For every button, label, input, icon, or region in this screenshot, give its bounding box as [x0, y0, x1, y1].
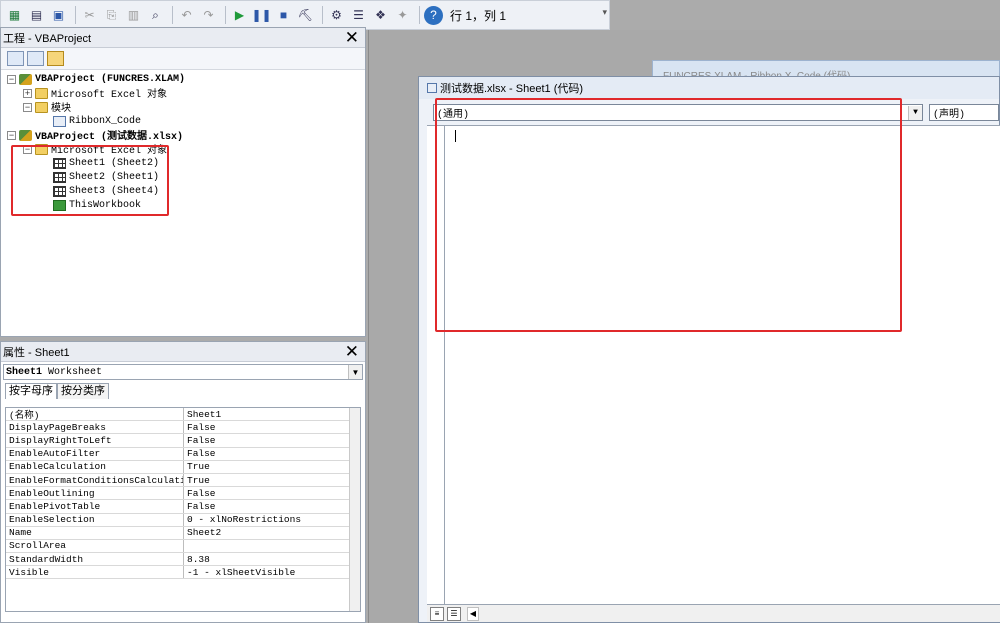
tab-alphabetic[interactable]: 按字母序: [5, 383, 57, 399]
standard-toolbar: ▦ ▤ ▣ ✂ ⎘ ▥ ⌕ ↶ ↷ ▶ ❚❚ ■ ⛏ ⚙ ☰ ❖ ✦ ? 行 1…: [0, 0, 610, 30]
reset-icon[interactable]: ■: [274, 6, 293, 25]
save-icon[interactable]: ▣: [49, 6, 68, 25]
project-explorer-icon[interactable]: ⚙: [327, 6, 346, 25]
properties-scrollbar[interactable]: [349, 408, 360, 611]
folder-open-icon: [35, 101, 48, 113]
chevron-down-icon[interactable]: ▼: [908, 105, 922, 120]
properties-icon[interactable]: ☰: [349, 6, 368, 25]
undo-icon[interactable]: ↶: [177, 6, 196, 25]
toolbar-overflow-icon[interactable]: ▾: [602, 7, 607, 18]
panel-title: 属性 - Sheet1: [3, 346, 70, 359]
property-row[interactable]: EnableCalculation True: [6, 460, 360, 474]
properties-title-bar: 属性 - Sheet1 ✕: [1, 342, 365, 362]
project-icon: [19, 129, 32, 141]
module-icon: [53, 115, 66, 127]
run-icon[interactable]: ▶: [230, 6, 249, 25]
property-row[interactable]: (名称) Sheet1: [6, 408, 360, 422]
property-row[interactable]: EnableAutoFilter False: [6, 447, 360, 461]
tree-node-funcres-project[interactable]: − VBAProject (FUNCRES.XLAM): [7, 72, 185, 86]
full-module-view-icon[interactable]: ☰: [447, 606, 461, 621]
highlight-box-code: [435, 98, 902, 332]
property-row[interactable]: StandardWidth 8.38: [6, 553, 360, 567]
watermark-url: jingyan.baidu.com: [768, 578, 897, 595]
object-type: Worksheet: [48, 366, 103, 378]
toolbox-icon[interactable]: ✦: [393, 6, 412, 25]
property-row[interactable]: ScrollArea: [6, 539, 360, 554]
tree-node-ribbonx-code[interactable]: RibbonX_Code: [53, 114, 141, 128]
properties-grid: (名称) Sheet1 DisplayPageBreaks False Displa…: [5, 407, 361, 612]
cut-icon[interactable]: ✂: [80, 6, 99, 25]
find-icon[interactable]: ⌕: [146, 6, 165, 25]
object-select[interactable]: Sheet1 Worksheet ▼: [3, 364, 363, 380]
toolbar-separator: [172, 6, 173, 24]
tab-categorized[interactable]: 按分类序: [57, 383, 109, 399]
procedure-combo[interactable]: (声明): [929, 104, 999, 121]
view-object-icon[interactable]: [27, 51, 44, 66]
toolbar-separator: [322, 6, 323, 24]
project-tree: − VBAProject (FUNCRES.XLAM) + Microsoft Ex…: [1, 70, 365, 211]
view-code-icon[interactable]: [7, 51, 24, 66]
property-row[interactable]: EnableOutlining False: [6, 487, 360, 501]
code-window-title: 测试数据.xlsx - Sheet1 (代码): [440, 83, 584, 95]
property-row[interactable]: Name Sheet2: [6, 526, 360, 540]
collapse-icon[interactable]: −: [7, 74, 16, 84]
collapse-icon[interactable]: −: [7, 130, 16, 140]
code-window-icon: [427, 83, 437, 93]
properties-tabs: 按字母序 按分类序: [5, 383, 363, 399]
help-icon[interactable]: ?: [424, 5, 443, 25]
properties-panel: 属性 - Sheet1 ✕ Sheet1 Worksheet ▼ 按字母序 按分…: [0, 341, 366, 623]
project-toolbar: [1, 48, 365, 70]
property-row[interactable]: EnableFormatConditionsCalculation True: [6, 473, 360, 488]
property-row[interactable]: Visible -1 - xlSheetVisible: [6, 566, 360, 580]
toggle-folders-icon[interactable]: [47, 51, 64, 66]
property-row[interactable]: DisplayPageBreaks False: [6, 421, 360, 435]
close-icon[interactable]: ✕: [345, 29, 359, 46]
toolbar-separator: [419, 6, 420, 24]
break-icon[interactable]: ❚❚: [251, 6, 271, 25]
highlight-box-objects: [11, 145, 169, 216]
tree-node-excel-objects[interactable]: + Microsoft Excel 对象: [23, 86, 167, 101]
toolbar-separator: [75, 6, 76, 24]
collapse-icon[interactable]: −: [23, 102, 32, 112]
folder-icon: [35, 87, 48, 99]
scroll-left-icon[interactable]: ◀: [467, 606, 479, 621]
procedure-view-icon[interactable]: ≡: [430, 606, 444, 621]
expand-icon[interactable]: +: [23, 88, 32, 98]
redo-icon[interactable]: ↷: [199, 6, 218, 25]
cursor-position: 行 1，列 1: [450, 8, 507, 23]
insert-userform-icon[interactable]: ▤: [27, 6, 46, 25]
property-row[interactable]: EnableSelection 0 - xlNoRestrictions: [6, 513, 360, 527]
excel-icon[interactable]: ▦: [5, 6, 24, 25]
project-explorer-title-bar: 工程 - VBAProject ✕: [1, 28, 365, 48]
panel-title: 工程 - VBAProject: [3, 32, 92, 45]
code-window-title-bar: 测试数据.xlsx - Sheet1 (代码): [419, 77, 999, 99]
chevron-down-icon[interactable]: ▼: [348, 365, 362, 379]
design-mode-icon[interactable]: ⛏: [296, 6, 315, 25]
paste-icon[interactable]: ▥: [124, 6, 143, 25]
tree-node-modules[interactable]: − 模块: [23, 100, 71, 115]
project-icon: [19, 73, 32, 85]
property-row[interactable]: DisplayRightToLeft False: [6, 434, 360, 448]
property-row[interactable]: EnablePivotTable False: [6, 500, 360, 514]
copy-icon[interactable]: ⎘: [102, 6, 121, 25]
watermark-logo: Bai du 经验: [762, 523, 965, 565]
close-icon[interactable]: ✕: [345, 343, 359, 360]
toolbar-separator: [225, 6, 226, 24]
code-bottom-bar: ≡ ☰ ◀: [427, 604, 1000, 622]
object-browser-icon[interactable]: ❖: [371, 6, 390, 25]
tree-node-test-project[interactable]: − VBAProject (测试数据.xlsx): [7, 128, 183, 143]
object-name: Sheet1: [6, 366, 43, 378]
